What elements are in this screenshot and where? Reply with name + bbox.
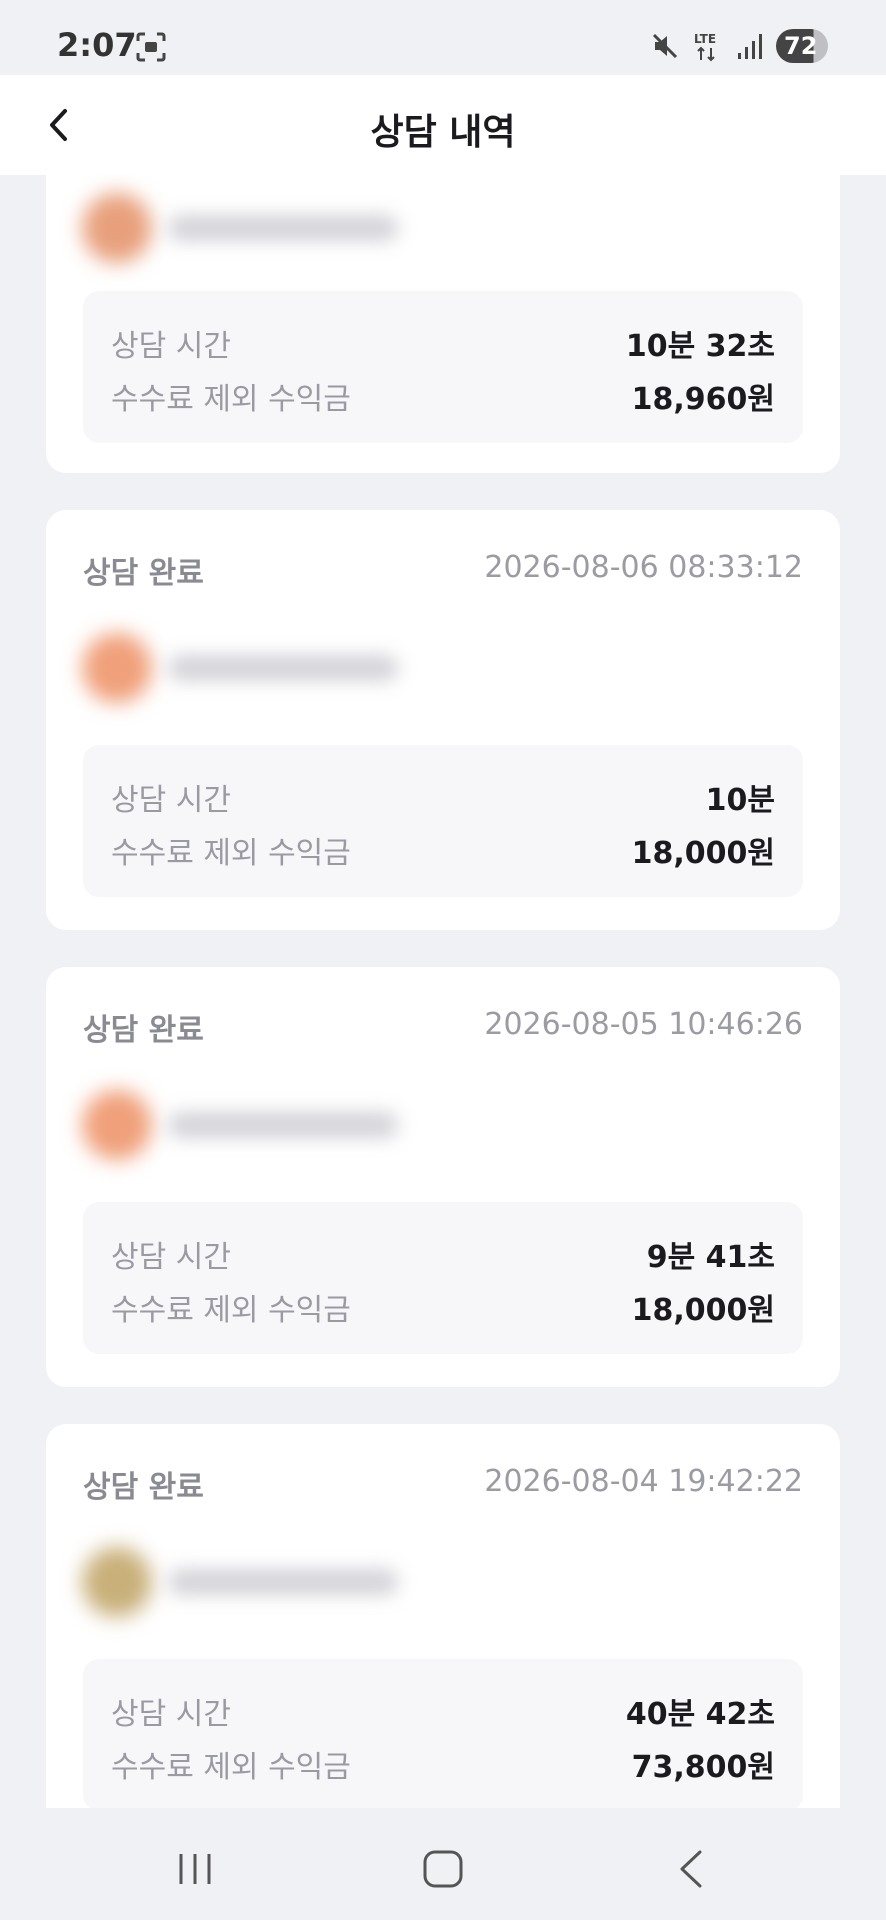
client-info <box>78 1082 438 1166</box>
consultation-summary: 상담 시간 10분 32초 수수료 제외 수익금 18,960원 <box>83 291 803 443</box>
client-avatar <box>82 633 152 703</box>
screenshot-icon <box>136 32 166 62</box>
earnings-label: 수수료 제외 수익금 <box>111 1750 351 1785</box>
client-info <box>78 185 438 269</box>
client-name-redacted <box>168 215 398 241</box>
duration-value: 10분 <box>705 783 775 818</box>
consultation-date: 2026-08-04 19:42:22 <box>484 1464 803 1499</box>
duration-label: 상담 시간 <box>111 1240 231 1275</box>
client-avatar <box>82 193 152 263</box>
lte-data-icon: LTE <box>692 30 724 62</box>
system-nav-bar <box>0 1808 886 1920</box>
status-time: 2:07 <box>57 26 137 64</box>
mute-icon <box>650 31 680 61</box>
duration-value: 10분 32초 <box>625 329 775 364</box>
status-label: 상담 완료 <box>83 556 204 591</box>
consultation-card[interactable]: 상담 완료 2026-08-06 08:33:12 상담 시간 10분 수수료 … <box>46 510 840 930</box>
system-back-button[interactable] <box>668 1844 718 1894</box>
app-header: 상담 내역 <box>0 75 886 175</box>
home-icon <box>423 1850 463 1888</box>
page-title: 상담 내역 <box>370 112 516 153</box>
client-info <box>78 1539 438 1623</box>
duration-label: 상담 시간 <box>111 783 231 818</box>
earnings-value: 73,800원 <box>631 1750 775 1785</box>
earnings-label: 수수료 제외 수익금 <box>111 382 351 417</box>
client-avatar <box>82 1547 152 1617</box>
consultation-card[interactable]: 상담 시간 10분 32초 수수료 제외 수익금 18,960원 <box>46 175 840 473</box>
consultation-card[interactable]: 상담 완료 2026-08-05 10:46:26 상담 시간 9분 41초 수… <box>46 967 840 1387</box>
duration-label: 상담 시간 <box>111 1697 231 1732</box>
client-name-redacted <box>168 1569 398 1595</box>
consultation-date: 2026-08-05 10:46:26 <box>484 1007 803 1042</box>
earnings-label: 수수료 제외 수익금 <box>111 1293 351 1328</box>
earnings-label: 수수료 제외 수익금 <box>111 836 351 871</box>
duration-value: 40분 42초 <box>625 1697 775 1732</box>
svg-text:LTE: LTE <box>694 32 716 46</box>
client-name-redacted <box>168 1112 398 1138</box>
earnings-value: 18,000원 <box>631 836 775 871</box>
consultation-summary: 상담 시간 9분 41초 수수료 제외 수익금 18,000원 <box>83 1202 803 1354</box>
earnings-value: 18,000원 <box>631 1293 775 1328</box>
client-name-redacted <box>168 655 398 681</box>
consultation-summary: 상담 시간 40분 42초 수수료 제외 수익금 73,800원 <box>83 1659 803 1808</box>
status-label: 상담 완료 <box>83 1470 204 1505</box>
consultation-list[interactable]: 상담 시간 10분 32초 수수료 제외 수익금 18,960원 상담 완료 2… <box>0 175 886 1808</box>
consultation-summary: 상담 시간 10분 수수료 제외 수익금 18,000원 <box>83 745 803 897</box>
client-avatar <box>82 1090 152 1160</box>
back-icon <box>680 1850 702 1888</box>
client-info <box>78 625 438 709</box>
duration-value: 9분 41초 <box>646 1240 775 1275</box>
battery-icon: 72 <box>776 29 828 63</box>
consultation-date: 2026-08-06 08:33:12 <box>484 550 803 585</box>
status-label: 상담 완료 <box>83 1013 204 1048</box>
home-button[interactable] <box>418 1844 468 1894</box>
recent-apps-button[interactable] <box>170 1844 220 1894</box>
consultation-card[interactable]: 상담 완료 2026-08-04 19:42:22 상담 시간 40분 42초 … <box>46 1424 840 1808</box>
duration-label: 상담 시간 <box>111 329 231 364</box>
status-bar: 2:07 LTE 72 <box>0 0 886 75</box>
recent-apps-icon <box>179 1854 211 1884</box>
earnings-value: 18,960원 <box>631 382 775 417</box>
signal-icon <box>736 31 764 61</box>
